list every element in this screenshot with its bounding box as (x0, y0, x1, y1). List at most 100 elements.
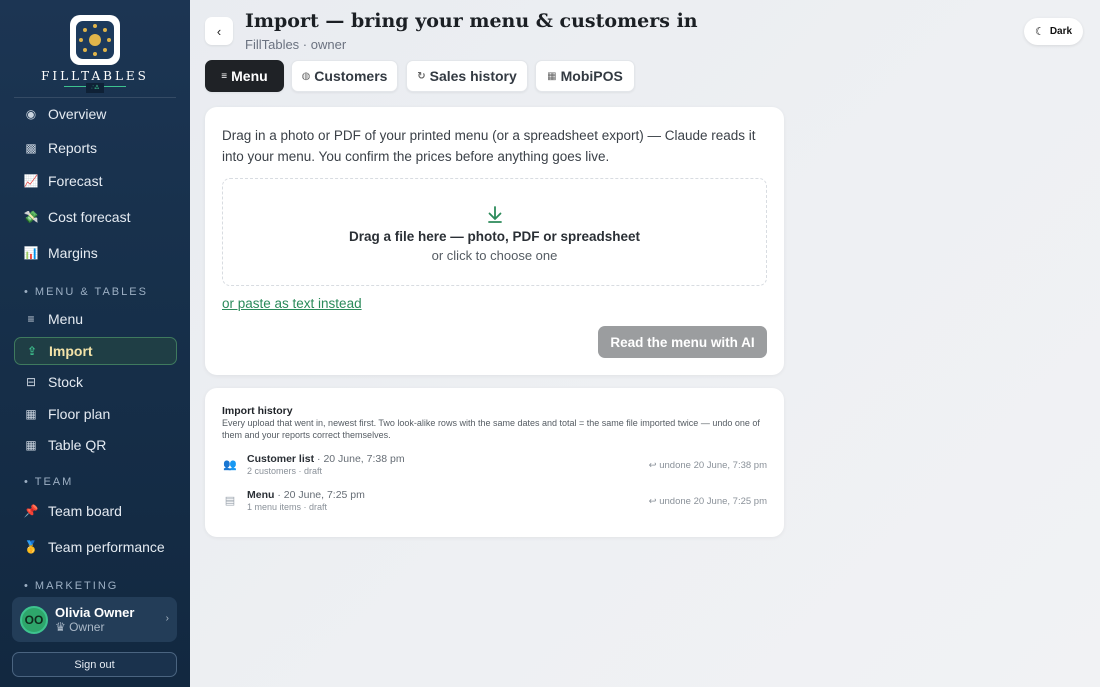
sidebar-item-label: Team performance (48, 539, 165, 555)
import-icon: ⇪ (26, 344, 38, 358)
sidebar-item-overview[interactable]: ◉ Overview (14, 100, 177, 128)
import-history-card: Import history Every upload that went in… (205, 388, 784, 537)
section-menu-tables: • MENU & TABLES (24, 286, 148, 298)
sidebar-item-label: Overview (48, 106, 107, 122)
chart-up-icon: 📈 (23, 174, 39, 188)
sidebar-item-label: Team board (48, 503, 122, 519)
tab-label: MobiPOS (560, 68, 623, 84)
brand-badge: ∴∆ (86, 83, 104, 93)
menu-lines-icon: ≡ (27, 312, 35, 326)
moon-icon: ☾ (1034, 26, 1045, 38)
dropzone-subtitle: or click to choose one (431, 248, 558, 263)
qr-icon: ▦ (25, 438, 37, 452)
sidebar-item-label: Cost forecast (48, 209, 131, 225)
tab-label: Sales history (429, 68, 517, 84)
upload-card: Drag in a photo or PDF of your printed m… (205, 107, 784, 375)
tab-sales-history[interactable]: ↻ Sales history (406, 60, 528, 92)
section-dot: • (24, 286, 35, 298)
sidebar: FILLTABLES ∴∆ ◉ Overview ▩ Reports 📈 For… (0, 0, 190, 687)
document-icon: ▤ (224, 495, 236, 507)
history-row: 👥 Customer list · 20 June, 7:38 pm 2 cus… (222, 453, 767, 489)
history-row-undone: ↩ undone 20 June, 7:25 pm (648, 496, 767, 507)
section-dot: • (24, 580, 35, 592)
page-title: Import — bring your menu & customers in (245, 10, 698, 32)
user-role: ♛ Owner (55, 620, 105, 634)
sidebar-item-cost-forecast[interactable]: 💸 Cost forecast (14, 203, 177, 231)
menu-lines-icon: ≡ (221, 70, 228, 82)
sidebar-item-import[interactable]: ⇪ Import (14, 337, 177, 365)
reports-icon: ▩ (25, 141, 37, 155)
logo-mark-icon (76, 21, 114, 59)
user-info: Olivia Owner ♛ Owner (55, 605, 134, 634)
app-logo[interactable] (70, 15, 120, 65)
chevron-right-icon: › (165, 613, 169, 624)
sidebar-item-floor-plan[interactable]: ▦ Floor plan (14, 400, 177, 428)
read-menu-button[interactable]: Read the menu with AI (598, 326, 767, 358)
back-button[interactable]: ‹ (205, 17, 233, 45)
paste-text-link[interactable]: or paste as text instead (222, 296, 362, 311)
file-dropzone[interactable]: Drag a file here — photo, PDF or spreads… (222, 178, 767, 286)
history-row-title: Customer list · 20 June, 7:38 pm (247, 453, 405, 465)
history-row-title: Menu · 20 June, 7:25 pm (247, 489, 365, 501)
tab-label: Customers (314, 68, 388, 84)
sidebar-item-margins[interactable]: 📊 Margins (14, 239, 177, 267)
sidebar-item-forecast[interactable]: 📈 Forecast (14, 167, 177, 195)
history-row-meta: 1 menu items · draft (247, 502, 328, 512)
sidebar-item-label: Margins (48, 245, 98, 261)
history-row-date: · 20 June, 7:25 pm (274, 489, 365, 501)
brand-name: FILLTABLES (41, 69, 149, 83)
download-arrow-icon (488, 206, 502, 223)
section-marketing: • MARKETING (24, 580, 118, 592)
refresh-icon: ↻ (417, 70, 426, 82)
sidebar-item-label: Stock (48, 374, 84, 390)
sidebar-item-menu[interactable]: ≡ Menu (14, 305, 177, 333)
sidebar-item-label: Menu (48, 311, 84, 327)
tab-menu[interactable]: ≡ Menu (205, 60, 284, 92)
history-row-date: · 20 June, 7:38 pm (314, 453, 405, 465)
pushpin-icon: 📌 (23, 504, 39, 518)
money-wings-icon: 💸 (23, 210, 39, 224)
pos-icon: ▦ (547, 70, 557, 82)
customers-icon: 👥 (223, 459, 237, 471)
tab-customers[interactable]: ◍ Customers (291, 60, 398, 92)
stock-icon: ⊟ (25, 375, 37, 389)
sidebar-divider (14, 97, 176, 98)
history-row-meta: 2 customers · draft (247, 466, 323, 476)
history-row-name: Menu (247, 489, 275, 501)
user-name: Olivia Owner (55, 605, 135, 620)
sidebar-item-stock[interactable]: ⊟ Stock (14, 368, 177, 396)
overview-icon: ◉ (25, 107, 37, 121)
sidebar-item-label: Floor plan (48, 406, 111, 422)
user-card[interactable]: OO Olivia Owner ♛ Owner › (12, 597, 177, 642)
sidebar-item-label: Import (49, 343, 93, 359)
history-row: ▤ Menu · 20 June, 7:25 pm 1 menu items ·… (222, 489, 767, 525)
upload-intro: Drag in a photo or PDF of your printed m… (222, 128, 756, 164)
sign-out-button[interactable]: Sign out (12, 652, 177, 677)
section-label: MARKETING (34, 580, 119, 592)
floor-plan-icon: ▦ (25, 407, 37, 421)
dark-mode-label: Dark (1049, 26, 1073, 37)
sidebar-item-reports[interactable]: ▩ Reports (14, 134, 177, 162)
sidebar-item-team-performance[interactable]: 🥇 Team performance (14, 533, 177, 561)
section-label: MENU & TABLES (34, 286, 148, 298)
tab-mobipos[interactable]: ▦ MobiPOS (535, 60, 635, 92)
avatar: OO (20, 605, 48, 634)
sidebar-item-label: Reports (48, 140, 98, 156)
bar-chart-icon: 📊 (23, 246, 39, 260)
history-title: Import history (222, 405, 293, 417)
history-row-undone: ↩ undone 20 June, 7:38 pm (648, 460, 767, 471)
history-row-name: Customer list (247, 453, 315, 465)
dropzone-title: Drag a file here — photo, PDF or spreads… (348, 229, 641, 244)
section-label: TEAM (34, 476, 74, 488)
section-dot: • (24, 476, 35, 488)
page-subtitle: FillTables · owner (245, 37, 347, 52)
sidebar-item-label: Forecast (48, 173, 103, 189)
customers-icon: ◍ (301, 70, 311, 82)
sidebar-item-team-board[interactable]: 📌 Team board (14, 497, 177, 525)
dark-mode-toggle[interactable]: ☾ Dark (1024, 18, 1083, 45)
sidebar-item-table-qr[interactable]: ▦ Table QR (14, 431, 177, 459)
section-team: • TEAM (24, 476, 73, 488)
medal-icon: 🥇 (23, 540, 39, 554)
sidebar-item-label: Table QR (48, 437, 107, 453)
history-description: Every upload that went in, newest first.… (222, 418, 760, 440)
